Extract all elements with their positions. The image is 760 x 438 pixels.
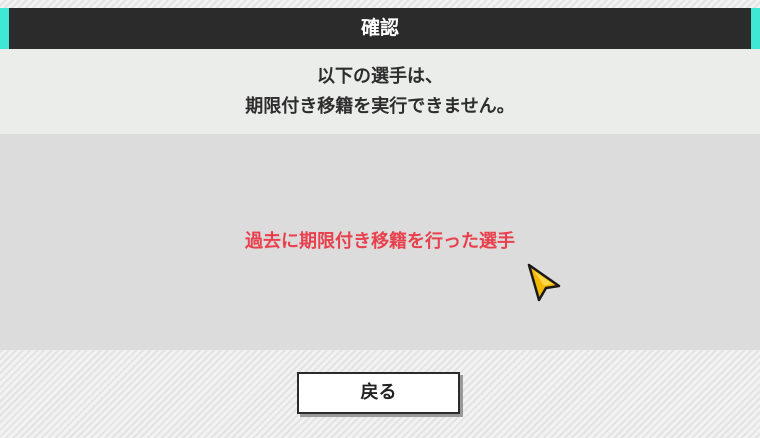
ineligible-reason: 過去に期限付き移籍を行った選手 xyxy=(245,231,515,252)
player-list-panel: 過去に期限付き移籍を行った選手 xyxy=(0,134,760,350)
message-line-2: 期限付き移籍を実行できません。 xyxy=(245,96,515,117)
title-accent-right xyxy=(751,8,760,49)
dialog-title: 確認 xyxy=(360,17,399,39)
message-panel: 以下の選手は、 期限付き移籍を実行できません。 xyxy=(0,49,760,134)
back-button[interactable]: 戻る xyxy=(297,372,460,414)
message-line-1: 以下の選手は、 xyxy=(317,66,443,87)
pointer-arrow-icon xyxy=(527,263,561,302)
dialog-title-bar: 確認 xyxy=(0,8,760,49)
confirm-dialog-screen: 確認 以下の選手は、 期限付き移籍を実行できません。 過去に期限付き移籍を行った… xyxy=(0,0,760,438)
